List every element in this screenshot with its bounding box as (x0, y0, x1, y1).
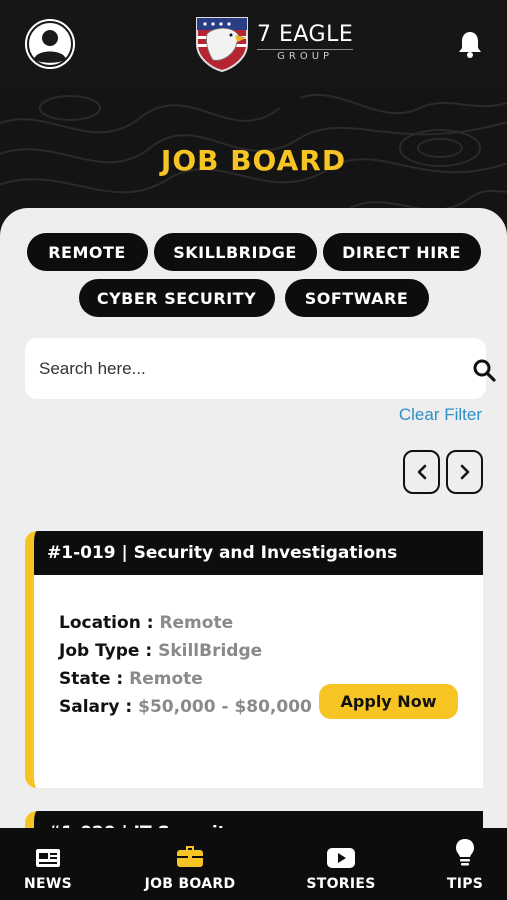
chevron-right-icon (460, 464, 469, 480)
job-type-row: Job Type : SkillBridge (59, 637, 483, 665)
job-type-label: Job Type : (59, 641, 153, 661)
job-location-label: Location : (59, 613, 154, 633)
filter-chip-direct-hire[interactable]: DIRECT HIRE (322, 233, 481, 271)
search-bar (25, 338, 496, 399)
job-state-label: State : (59, 669, 124, 689)
tab-tips-label: TIPS (446, 876, 484, 892)
job-salary-label: Salary : (59, 697, 133, 717)
job-salary-value: $50,000 - $80,000 (138, 697, 312, 717)
job-location-value: Remote (159, 613, 234, 633)
tab-job-board-label: JOB BOARD (144, 876, 236, 892)
logo-subtitle: GROUP (257, 49, 354, 62)
search-input[interactable] (39, 338, 439, 399)
filter-chip-cyber-security[interactable]: CYBER SECURITY (78, 279, 275, 317)
tab-stories[interactable]: STORIES (303, 840, 379, 892)
job-type-value: SkillBridge (158, 641, 263, 661)
play-icon (327, 848, 355, 868)
company-logo: 7 EAGLE GROUP (193, 14, 354, 72)
prev-page-button[interactable] (403, 450, 440, 494)
filter-chips-row-2: CYBER SECURITY SOFTWARE (0, 279, 507, 317)
briefcase-icon (177, 846, 203, 867)
eagle-shield-icon (196, 17, 248, 72)
profile-avatar-icon[interactable] (25, 19, 75, 69)
filter-chip-skillbridge[interactable]: SKILLBRIDGE (153, 233, 317, 271)
bell-icon[interactable] (458, 30, 482, 58)
job-state-value: Remote (129, 669, 203, 689)
apply-now-button[interactable]: Apply Now (319, 684, 458, 719)
tab-tips[interactable]: TIPS (443, 839, 487, 892)
filter-chip-software[interactable]: SOFTWARE (284, 279, 429, 317)
search-icon[interactable] (472, 358, 496, 382)
tab-job-board[interactable]: JOB BOARD (140, 840, 240, 892)
tab-news-label: NEWS (23, 876, 72, 892)
next-page-button[interactable] (446, 450, 483, 494)
hero-banner: JOB BOARD (0, 88, 507, 228)
tab-stories-label: STORIES (306, 876, 376, 892)
news-icon (36, 849, 60, 867)
tab-news[interactable]: NEWS (20, 840, 76, 892)
filter-chip-remote[interactable]: REMOTE (26, 233, 148, 271)
filter-chips-row-1: REMOTE SKILLBRIDGE DIRECT HIRE (0, 233, 507, 271)
logo-title: 7 EAGLE (257, 22, 354, 47)
app-header: 7 EAGLE GROUP (0, 0, 507, 88)
page-title: JOB BOARD (160, 144, 347, 177)
lightbulb-icon (456, 839, 474, 866)
job-board-panel: REMOTE SKILLBRIDGE DIRECT HIRE CYBER SEC… (0, 208, 507, 838)
bottom-navigation: NEWS JOB BOARD STORIES TIPS (0, 828, 507, 900)
job-card: #1-019 | Security and Investigations Loc… (25, 531, 483, 788)
job-location-row: Location : Remote (59, 609, 483, 637)
job-card-title: #1-019 | Security and Investigations (34, 531, 483, 575)
chevron-left-icon (417, 464, 426, 480)
clear-filter-link[interactable]: Clear Filter (370, 405, 482, 425)
